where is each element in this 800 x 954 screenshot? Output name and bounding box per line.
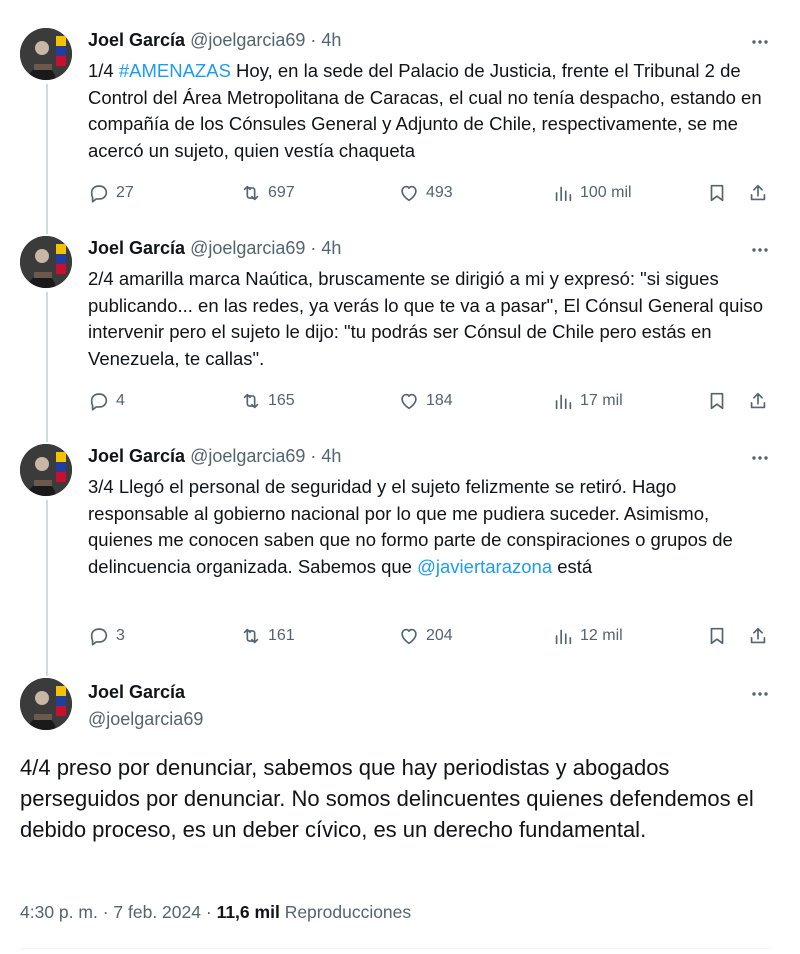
like-count: 493 xyxy=(426,184,453,201)
views-bar-chart-icon xyxy=(555,629,572,645)
views-button[interactable]: 12 mil xyxy=(552,624,623,648)
repost-button[interactable]: 161 xyxy=(240,624,295,648)
more-dots-icon[interactable] xyxy=(748,30,772,54)
views-count: 11,6 mil xyxy=(216,902,280,922)
views-count: 100 mil xyxy=(580,184,632,201)
bookmark-button[interactable] xyxy=(706,389,728,413)
reply-bubble-icon xyxy=(90,628,108,646)
author-name[interactable]: Joel García xyxy=(88,30,185,51)
repost-count: 697 xyxy=(268,184,295,201)
avatar[interactable] xyxy=(20,444,72,496)
author-name[interactable]: Joel García xyxy=(88,238,185,259)
reply-button[interactable]: 4 xyxy=(88,389,125,413)
bookmark-button[interactable] xyxy=(706,624,728,648)
avatar[interactable] xyxy=(20,236,72,288)
views-label: Reproducciones xyxy=(284,902,412,922)
bookmark-icon xyxy=(710,184,724,202)
repost-arrows-icon xyxy=(243,628,259,644)
share-button[interactable] xyxy=(747,624,769,648)
views-button[interactable]: 100 mil xyxy=(552,181,632,205)
separator-dot: · xyxy=(102,902,109,922)
share-upload-icon xyxy=(750,627,766,644)
more-dots-icon[interactable] xyxy=(748,238,772,262)
tweet-actions: 3 161 204 12 mil xyxy=(88,624,778,648)
tweet-time[interactable]: 4:30 p. m. xyxy=(20,902,98,922)
tweet-text-part: está xyxy=(552,555,593,577)
repost-button[interactable]: 165 xyxy=(240,389,295,413)
tweet-meta: 4:30 p. m. · 7 feb. 2024 · 11,6 mil Repr… xyxy=(20,902,411,923)
views-count: 12 mil xyxy=(580,627,623,644)
reply-button[interactable]: 27 xyxy=(88,181,134,205)
reply-button[interactable]: 3 xyxy=(88,624,125,648)
reply-count: 27 xyxy=(116,184,134,201)
separator-dot: · xyxy=(310,237,317,258)
tweet-text: 2/4 amarilla marca Naútica, bruscamente … xyxy=(88,268,764,369)
views-button[interactable]: 17 mil xyxy=(552,389,623,413)
author-handle[interactable]: @joelgarcia69 xyxy=(190,30,305,51)
thread-tweet-1[interactable]: Joel García @joelgarcia69 · 4h 1/4 #AMEN… xyxy=(0,28,800,218)
avatar[interactable] xyxy=(20,678,72,730)
share-upload-icon xyxy=(750,392,766,409)
thread-tweet-2[interactable]: Joel García @joelgarcia69 · 4h 2/4 amari… xyxy=(0,236,800,426)
tweet-header: Joel García @joelgarcia69 · 4h xyxy=(88,236,341,260)
heart-icon xyxy=(401,393,417,410)
divider xyxy=(20,948,770,949)
tweet-number: 1/4 xyxy=(88,60,114,81)
separator-dot: · xyxy=(310,29,317,50)
hashtag-link[interactable]: #AMENAZAS xyxy=(119,60,231,81)
repost-count: 165 xyxy=(268,392,295,409)
thread-tweet-3[interactable]: Joel García @joelgarcia69 · 4h 3/4 Llegó… xyxy=(0,444,800,659)
more-dots-icon[interactable] xyxy=(748,446,772,470)
bookmark-icon xyxy=(710,392,724,410)
tweet-actions: 27 697 493 100 mil xyxy=(88,181,778,205)
repost-button[interactable]: 697 xyxy=(240,181,295,205)
author-handle[interactable]: @joelgarcia69 xyxy=(88,709,203,730)
views-bar-chart-icon xyxy=(555,394,572,410)
share-button[interactable] xyxy=(747,181,769,205)
reply-count: 4 xyxy=(116,392,125,409)
views-bar-chart-icon xyxy=(555,186,572,202)
mention-link[interactable]: @javiertarazona xyxy=(417,556,552,577)
tweet-date[interactable]: 7 feb. 2024 xyxy=(113,902,201,922)
more-dots-icon[interactable] xyxy=(748,682,772,706)
heart-icon xyxy=(401,628,417,645)
like-button[interactable]: 493 xyxy=(398,181,453,205)
author-name[interactable]: Joel García xyxy=(88,682,185,703)
separator-dot: · xyxy=(310,445,317,466)
tweet-text: 4/4 preso por denunciar, sabemos que hay… xyxy=(20,755,754,842)
author-name[interactable]: Joel García xyxy=(88,446,185,467)
like-button[interactable]: 184 xyxy=(398,389,453,413)
like-count: 184 xyxy=(426,392,453,409)
main-tweet: Joel García @joelgarcia69 4/4 preso por … xyxy=(0,678,800,954)
tweet-header: Joel García @joelgarcia69 · 4h xyxy=(88,28,341,52)
share-upload-icon xyxy=(750,184,766,201)
tweet-time[interactable]: 4h xyxy=(321,446,341,467)
repost-arrows-icon xyxy=(243,393,259,409)
tweet-text: 1/4 #AMENAZAS Hoy, en la sede del Palaci… xyxy=(88,58,778,164)
like-count: 204 xyxy=(426,627,453,644)
reply-bubble-icon xyxy=(90,393,108,411)
tweet-actions: 4 165 184 17 mil xyxy=(88,389,778,413)
bookmark-button[interactable] xyxy=(706,181,728,205)
tweet-time[interactable]: 4h xyxy=(321,238,341,259)
avatar[interactable] xyxy=(20,28,72,80)
views-count: 17 mil xyxy=(580,392,623,409)
repost-count: 161 xyxy=(268,627,295,644)
author-handle[interactable]: @joelgarcia69 xyxy=(190,238,305,259)
author-handle[interactable]: @joelgarcia69 xyxy=(190,446,305,467)
reply-bubble-icon xyxy=(90,185,108,203)
tweet-header: Joel García @joelgarcia69 · 4h xyxy=(88,444,341,468)
repost-arrows-icon xyxy=(243,185,259,201)
tweet-time[interactable]: 4h xyxy=(321,30,341,51)
separator-dot: · xyxy=(205,902,212,922)
heart-icon xyxy=(401,185,417,202)
bookmark-icon xyxy=(710,627,724,645)
tweet-text: 3/4 Llegó el personal de seguridad y el … xyxy=(88,474,778,580)
like-button[interactable]: 204 xyxy=(398,624,453,648)
tweet-text-part: 3/4 Llegó el personal de seguridad y el … xyxy=(88,476,733,577)
share-button[interactable] xyxy=(747,389,769,413)
reply-count: 3 xyxy=(116,627,125,644)
